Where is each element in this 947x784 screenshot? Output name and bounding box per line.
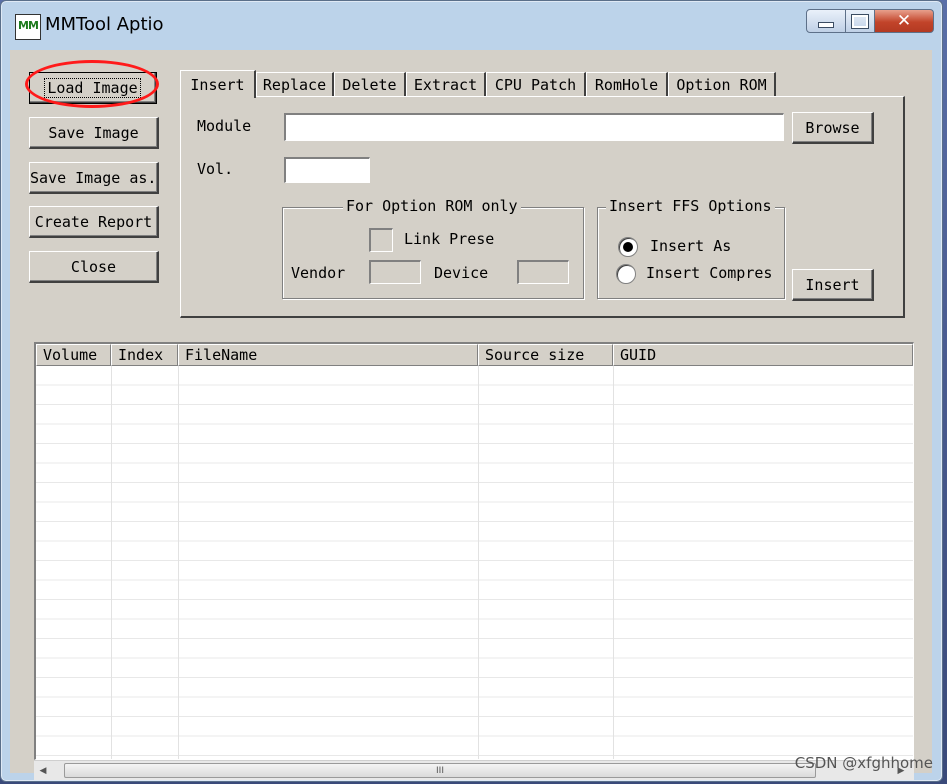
module-list-table[interactable]: Volume Index FileName Source size GUID [34,342,914,760]
tab-insert[interactable]: Insert [180,70,256,98]
link-present-checkbox[interactable] [369,228,393,252]
maximize-icon [851,13,869,29]
vol-input[interactable] [284,157,370,183]
browse-button[interactable]: Browse [792,112,874,144]
device-label: Device [434,264,489,282]
module-input[interactable] [284,113,784,141]
tab-romhole[interactable]: RomHole [586,72,668,96]
watermark-text: CSDN @xfghhome [794,754,933,772]
dialog-client-area: Load Image Save Image Save Image as... C… [10,50,932,780]
column-divider [111,366,112,759]
table-body [36,366,913,759]
option-rom-group: For Option ROM only Link Prese Vendor De… [282,197,584,299]
column-header-guid[interactable]: GUID [613,344,913,366]
vendor-input [369,260,421,284]
insert-button[interactable]: Insert [792,269,874,301]
link-present-label: Link Prese [404,230,495,248]
minimize-icon [818,22,834,28]
insert-as-radio[interactable] [618,237,638,257]
horizontal-scrollbar[interactable]: ◀ III ▶ [34,760,914,780]
column-divider [178,366,179,759]
column-header-volume[interactable]: Volume [36,344,111,366]
vol-label: Vol. [197,160,234,178]
scrollbar-grip-icon: III [436,765,444,776]
tab-cpu-patch[interactable]: CPU Patch [486,72,586,96]
device-input [517,260,569,284]
tab-option-rom[interactable]: Option ROM [668,72,776,96]
insert-label: Insert [805,275,860,294]
load-image-label: Load Image [44,77,141,98]
close-label: Close [70,257,117,276]
create-report-label: Create Report [34,212,153,231]
ffs-options-group-title: Insert FFS Options [606,197,775,215]
save-image-button[interactable]: Save Image [29,117,159,149]
insert-compressed-label: Insert Compres [646,264,773,282]
column-divider [613,366,614,759]
close-icon: ✕ [896,11,912,31]
insert-tab-panel: Module Browse Vol. For Option ROM only L… [180,96,905,318]
caption-buttons: ✕ [806,9,934,33]
column-header-source-size[interactable]: Source size [478,344,613,366]
table-header: Volume Index FileName Source size GUID [36,344,913,366]
column-header-index[interactable]: Index [111,344,178,366]
tab-replace[interactable]: Replace [256,72,334,96]
ffs-options-group: Insert FFS Options Insert As Insert Comp… [597,197,785,299]
save-image-label: Save Image [48,123,139,142]
tab-delete[interactable]: Delete [334,72,406,96]
vendor-label: Vendor [291,264,346,282]
close-button[interactable]: Close [29,251,159,283]
mmtool-app-icon: MM [15,14,41,40]
insert-compressed-radio[interactable] [616,264,636,284]
save-image-as-button[interactable]: Save Image as... [29,162,159,194]
mmtool-window: MM MMTool Aptio ✕ Load Image Save Image … [0,0,943,782]
window-title: MMTool Aptio [45,14,164,35]
column-divider [478,366,479,759]
insert-as-label: Insert As [650,237,730,255]
module-label: Module [197,117,252,135]
load-image-button[interactable]: Load Image [29,72,157,104]
browse-label: Browse [805,118,860,137]
save-image-as-label: Save Image as... [30,168,157,187]
scrollbar-thumb[interactable]: III [64,763,816,778]
create-report-button[interactable]: Create Report [29,206,159,238]
tab-extract[interactable]: Extract [406,72,486,96]
maximize-button[interactable] [846,9,875,33]
title-bar[interactable]: MM MMTool Aptio ✕ [1,1,942,45]
close-window-button[interactable]: ✕ [875,9,934,33]
scroll-left-icon[interactable]: ◀ [34,766,52,776]
minimize-button[interactable] [806,9,846,33]
option-rom-group-title: For Option ROM only [343,197,521,215]
column-header-filename[interactable]: FileName [178,344,478,366]
